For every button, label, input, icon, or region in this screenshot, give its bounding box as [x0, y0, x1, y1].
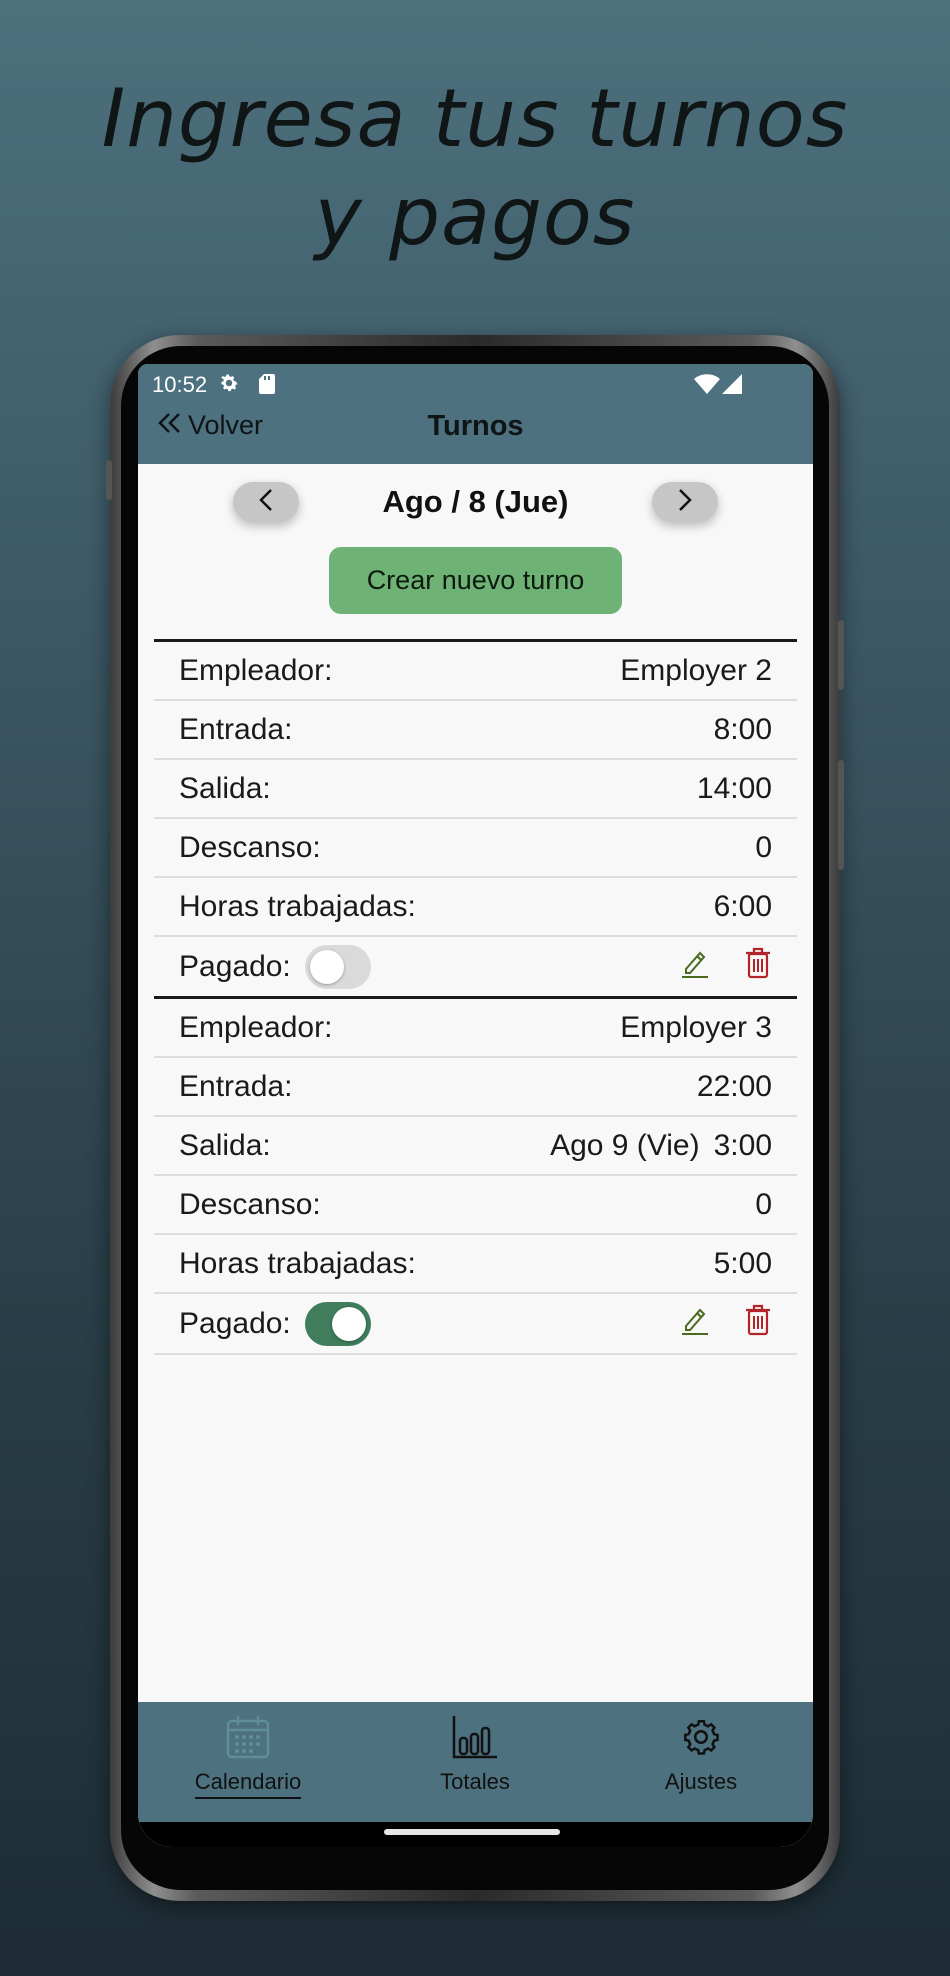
shift-row-salida: Salida: Ago 9 (Vie) 3:00: [154, 1117, 797, 1176]
shift-row-salida: Salida: 14:00: [154, 760, 797, 819]
tab-ajustes[interactable]: Ajustes: [621, 1714, 781, 1795]
phone-side-button: [838, 760, 844, 870]
signal-icon: [722, 374, 742, 399]
double-chevron-left-icon: [158, 410, 182, 441]
shift-row-horas: Horas trabajadas: 5:00: [154, 1235, 797, 1294]
edit-pencil-icon[interactable]: [680, 947, 710, 987]
entrada-label: Entrada:: [179, 712, 293, 746]
entrada-value: 22:00: [696, 1069, 772, 1103]
shift-row-pagado: Pagado:: [154, 1294, 797, 1353]
previous-day-button[interactable]: [233, 482, 299, 522]
salida-value: 14:00: [696, 771, 772, 805]
shift-card: Empleador: Employer 2 Entrada: 8:00 Sali…: [154, 639, 797, 996]
horas-label: Horas trabajadas:: [179, 889, 416, 923]
pagado-group: Pagado:: [179, 944, 371, 989]
paid-toggle[interactable]: [304, 1301, 371, 1346]
edit-pencil-icon[interactable]: [680, 1304, 710, 1344]
bottom-navigation: Calendario Totales Ajustes: [138, 1702, 813, 1822]
status-time: 10:52: [152, 372, 208, 397]
headline: Ingresa tus turnos y pagos: [0, 70, 950, 266]
phone-side-button: [838, 620, 844, 690]
shift-row-employer: Empleador: Employer 3: [154, 999, 797, 1058]
wifi-icon: [694, 374, 720, 399]
chevron-left-icon: [258, 488, 274, 517]
salida-value: 3:00: [713, 1128, 772, 1162]
gear-icon: [678, 1714, 724, 1765]
tab-label-ajustes: Ajustes: [664, 1769, 738, 1794]
descanso-value: 0: [755, 830, 772, 864]
employer-label: Empleador:: [179, 653, 333, 687]
calendar-icon: [225, 1714, 271, 1765]
shift-row-horas: Horas trabajadas: 6:00: [154, 878, 797, 937]
sd-card-icon: [259, 374, 275, 399]
back-label: Volver: [188, 410, 264, 440]
headline-line-2: y pagos: [314, 170, 636, 263]
create-shift-button[interactable]: Crear nuevo turno: [329, 547, 622, 614]
tab-label-calendario: Calendario: [194, 1769, 302, 1799]
shift-row-entrada: Entrada: 22:00: [154, 1058, 797, 1117]
pagado-group: Pagado:: [179, 1301, 371, 1346]
chevron-right-icon: [677, 488, 693, 517]
pagado-label: Pagado:: [179, 949, 291, 983]
pagado-label: Pagado:: [179, 1306, 291, 1340]
delete-trash-icon[interactable]: [744, 1304, 772, 1344]
shift-row-entrada: Entrada: 8:00: [154, 701, 797, 760]
descanso-label: Descanso:: [179, 1187, 321, 1221]
entrada-value: 8:00: [713, 712, 772, 746]
descanso-value: 0: [755, 1187, 772, 1221]
salida-label: Salida:: [179, 771, 271, 805]
gesture-area: [138, 1822, 813, 1847]
shift-card: Empleador: Employer 3 Entrada: 22:00 Sal…: [154, 996, 797, 1355]
tab-calendario[interactable]: Calendario: [168, 1714, 328, 1799]
back-button[interactable]: Volver: [158, 410, 263, 441]
shift-row-employer: Empleador: Employer 2: [154, 642, 797, 701]
shift-row-descanso: Descanso: 0: [154, 819, 797, 878]
toggle-knob: [331, 1306, 366, 1341]
toggle-knob: [309, 949, 344, 984]
salida-value-group: Ago 9 (Vie) 3:00: [550, 1129, 772, 1163]
salida-label: Salida:: [179, 1128, 271, 1162]
horas-value: 5:00: [713, 1246, 772, 1280]
shift-row-descanso: Descanso: 0: [154, 1176, 797, 1235]
descanso-label: Descanso:: [179, 830, 321, 864]
home-indicator[interactable]: [384, 1829, 560, 1835]
delete-trash-icon[interactable]: [744, 947, 772, 987]
tab-totales[interactable]: Totales: [395, 1714, 555, 1795]
bar-chart-icon: [451, 1714, 499, 1765]
salida-value-group: 14:00: [683, 772, 772, 806]
headline-line-1: Ingresa tus turnos: [101, 72, 849, 165]
paid-toggle[interactable]: [304, 944, 371, 989]
employer-label: Empleador:: [179, 1010, 333, 1044]
app-screen: 10:52 Volver Turnos Ago / 8 (Jue) Crear …: [138, 364, 813, 1847]
phone-side-button: [106, 460, 112, 500]
shift-actions: [680, 1304, 772, 1344]
shift-actions: [680, 947, 772, 987]
top-bar: 10:52 Volver Turnos: [138, 364, 813, 464]
employer-value: Employer 2: [620, 653, 772, 687]
salida-date: Ago 9 (Vie): [550, 1128, 700, 1162]
settings-status-icon: [218, 372, 240, 399]
shift-row-pagado: Pagado:: [154, 937, 797, 996]
tab-label-totales: Totales: [440, 1769, 510, 1794]
horas-value: 6:00: [713, 889, 772, 923]
horas-label: Horas trabajadas:: [179, 1246, 416, 1280]
employer-value: Employer 3: [620, 1010, 772, 1044]
next-day-button[interactable]: [652, 482, 718, 522]
entrada-label: Entrada:: [179, 1069, 293, 1103]
